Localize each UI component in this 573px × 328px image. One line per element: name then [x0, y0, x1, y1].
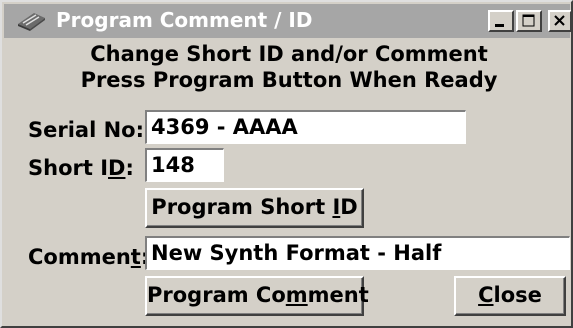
- minimize-button[interactable]: [488, 10, 514, 32]
- close-button[interactable]: Close: [454, 276, 566, 316]
- program-short-id-button[interactable]: Program Short ID: [145, 188, 364, 228]
- serial-number-field[interactable]: 4369 - AAAA: [145, 110, 466, 144]
- close-window-button[interactable]: [548, 10, 571, 32]
- instruction-line-1: Change Short ID and/or Comment: [90, 42, 488, 66]
- close-icon: [554, 15, 565, 26]
- short-id-field[interactable]: 148: [145, 148, 224, 182]
- short-id-label: Short ID:: [28, 156, 134, 180]
- maximize-button[interactable]: [516, 10, 542, 32]
- app-icon: [18, 13, 45, 31]
- minimize-icon: [495, 24, 504, 27]
- window-title: Program Comment / ID: [56, 8, 313, 32]
- serial-label: Serial No:: [28, 118, 145, 142]
- comment-label: Comment:: [28, 245, 149, 269]
- comment-field[interactable]: New Synth Format - Half: [145, 236, 570, 270]
- title-bar[interactable]: Program Comment / ID: [4, 4, 571, 38]
- maximize-icon: [522, 14, 535, 27]
- instruction-line-2: Press Program Button When Ready: [80, 68, 498, 92]
- program-comment-button[interactable]: Program Comment: [145, 276, 369, 316]
- program-comment-dialog: Program Comment / ID Change Short ID and…: [0, 0, 573, 328]
